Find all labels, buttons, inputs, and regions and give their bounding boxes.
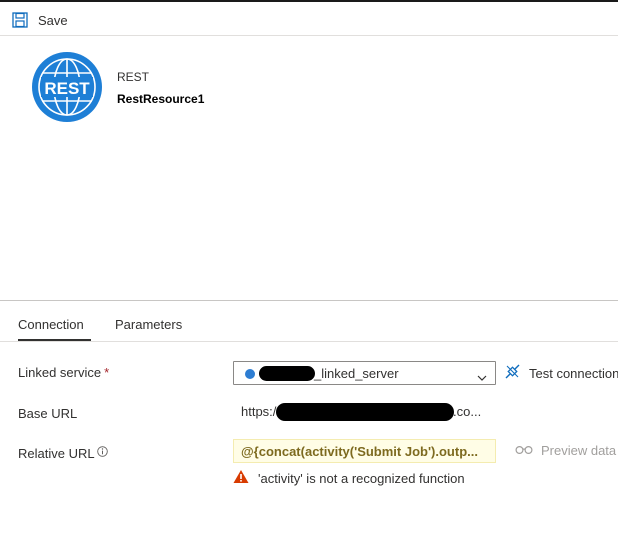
chevron-down-icon [477,370,487,385]
base-url-prefix: https:/ [241,404,277,419]
save-label: Save [38,12,68,28]
info-icon[interactable] [97,445,108,460]
redaction-mask [259,366,315,381]
pane-divider[interactable] [0,300,618,301]
tab-parameters[interactable]: Parameters [115,317,182,332]
redaction-mask [276,403,454,421]
base-url-suffix: .co... [453,404,482,419]
rest-icon-label: REST [44,79,90,98]
save-icon [12,12,28,28]
validation-warning: 'activity' is not a recognized function [233,469,465,487]
preview-data-label: Preview data [541,443,617,458]
save-button[interactable]: Save [12,9,68,31]
toolbar: Save [0,0,618,36]
linked-service-label-text: Linked service [18,365,102,380]
warning-text: 'activity' is not a recognized function [258,470,465,486]
required-marker: * [104,365,110,380]
relative-url-value: @{concat(activity('Submit Job').outp... [241,444,478,459]
test-connection-button[interactable]: Test connection [504,363,618,383]
relative-url-expression-input[interactable]: @{concat(activity('Submit Job').outp... [233,439,496,463]
plug-icon [504,363,521,383]
linked-service-type-icon [245,369,255,379]
tab-connection[interactable]: Connection [18,317,84,332]
linked-service-value: _linked_server [314,366,399,381]
test-connection-label: Test connection [529,365,618,381]
base-url-label: Base URL [18,406,78,421]
rest-globe-icon: REST [31,51,103,123]
relative-url-label: Relative URL [18,446,95,461]
preview-data-button[interactable]: Preview data [515,443,616,458]
glasses-icon [515,443,533,458]
linked-service-select[interactable]: _linked_server [233,361,496,385]
tabs-divider [0,341,618,342]
resource-type: REST [117,70,150,84]
warning-icon [233,469,249,487]
resource-name: RestResource1 [117,92,205,106]
linked-service-label: Linked service * [18,365,109,380]
